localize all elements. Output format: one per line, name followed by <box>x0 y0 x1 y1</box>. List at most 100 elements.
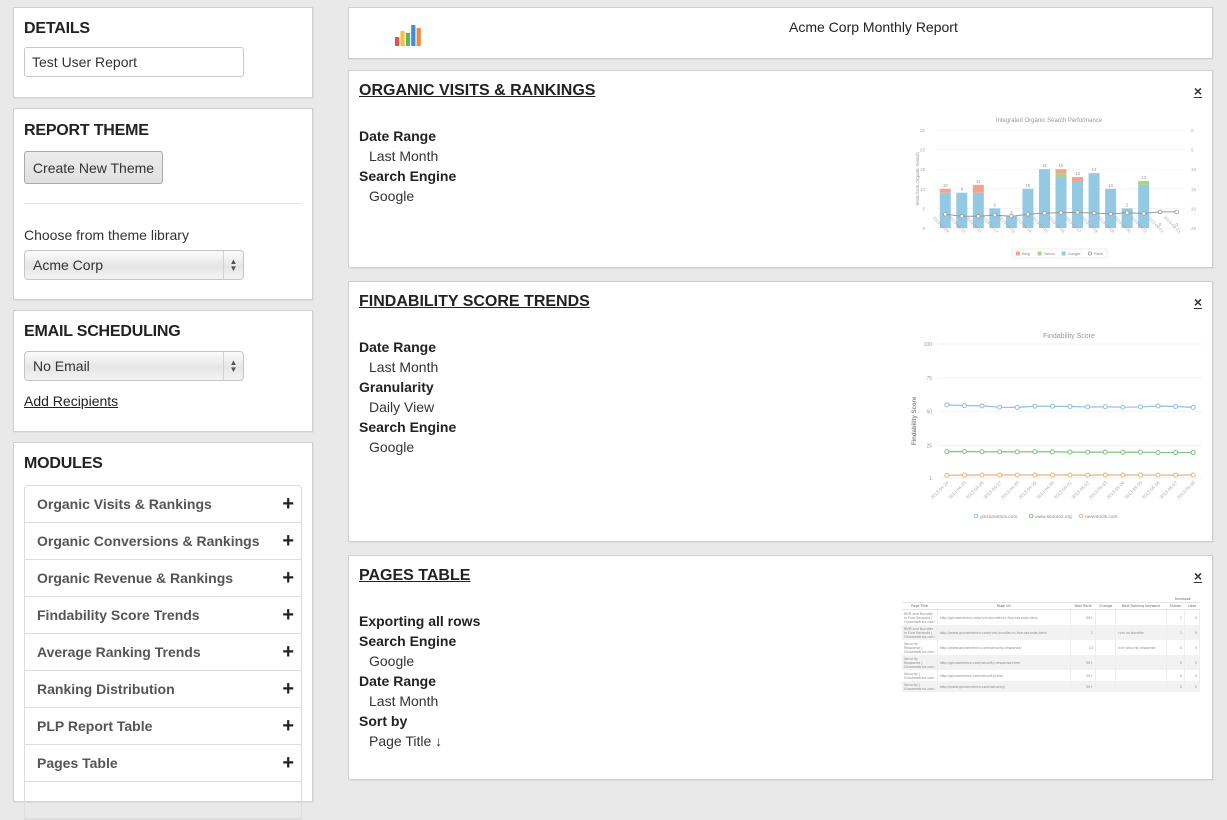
module-card-findability: FINDABILITY SCORE TRENDS × Date RangeLas… <box>348 281 1213 542</box>
module-item-label: Findability Score Trends <box>37 607 200 623</box>
series-point <box>945 473 949 477</box>
table-cell: http://www.ginzametrics.com/security-res… <box>937 640 1070 655</box>
module-item[interactable] <box>25 782 301 819</box>
add-module-icon[interactable]: + <box>282 560 294 596</box>
report-title: Acme Corp Monthly Report <box>789 19 958 35</box>
card-title[interactable]: PAGES TABLE <box>359 567 470 585</box>
card-title[interactable]: FINDABILITY SCORE TRENDS <box>359 293 590 311</box>
table-cell <box>1096 670 1116 681</box>
logo-bar <box>395 37 399 46</box>
data-label: 9 <box>961 187 964 192</box>
series-point <box>962 473 966 477</box>
series-point <box>1138 405 1142 409</box>
report-logo-icon <box>393 22 423 46</box>
series-point <box>1156 473 1160 477</box>
table-cell: 0 <box>1166 655 1185 670</box>
rank-point <box>960 214 964 218</box>
details-panel: DETAILS <box>13 7 313 98</box>
column-header: Likes <box>1185 603 1200 610</box>
module-item[interactable]: Organic Revenue & Rankings + <box>25 560 301 597</box>
theme-library-label: Choose from theme library <box>24 227 189 243</box>
series-point <box>1050 473 1054 477</box>
data-label: 13 <box>1075 171 1080 176</box>
report-name-input[interactable] <box>24 47 244 77</box>
module-card-organic-visits: ORGANIC VISITS & RANKINGS × Date RangeLa… <box>348 70 1213 268</box>
legend-label: www.seomoz.org <box>1035 514 1072 520</box>
table-cell <box>1096 640 1116 655</box>
bar-yahoo <box>1056 173 1067 177</box>
report-theme-panel: REPORT THEME Create New Theme Choose fro… <box>13 108 313 300</box>
table-cell: 0 <box>1166 670 1185 681</box>
add-module-icon[interactable]: + <box>282 634 294 670</box>
module-item[interactable]: Average Ranking Trends+ <box>25 634 301 671</box>
property-label: Granularity <box>359 377 456 397</box>
x-tick-label: 2013-04-23 <box>1163 215 1182 234</box>
logo-bar <box>417 28 421 46</box>
module-item[interactable]: Ranking Distribution+ <box>25 671 301 708</box>
module-item[interactable]: Pages Table + <box>25 745 301 782</box>
data-label: 12 <box>1141 175 1146 180</box>
theme-library-select[interactable]: Acme Corp ▲▼ <box>24 250 244 280</box>
series-point <box>980 404 984 408</box>
rank-point <box>1175 210 1179 214</box>
add-recipients-link[interactable]: Add Recipients <box>24 393 118 409</box>
bar-google <box>1089 173 1100 228</box>
chart-title: Integrated Organic Search Performance <box>996 118 1103 124</box>
property-value: Page Title ↓ <box>359 731 480 751</box>
y2-tick-label: 5 <box>1191 148 1194 153</box>
module-item-label: Pages Table <box>37 755 118 771</box>
series-point <box>945 403 949 407</box>
legend-swatch <box>1016 252 1020 256</box>
table-cell: http://ginzametrics.com/security.html <box>937 670 1070 681</box>
card-properties: Exporting all rows Search EngineGoogleDa… <box>359 611 480 751</box>
rank-point <box>1059 211 1063 215</box>
create-new-theme-button[interactable]: Create New Theme <box>24 151 163 184</box>
module-item[interactable]: PLP Report Table+ <box>25 708 301 745</box>
module-item[interactable]: Findability Score Trends + <box>25 597 301 634</box>
series-point <box>980 473 984 477</box>
data-label: 14 <box>1092 167 1097 172</box>
module-item-label: Organic Revenue & Rankings <box>37 570 233 586</box>
pages-preview-table: FacebookPage TitlePage UrlBest RankChang… <box>902 596 1200 692</box>
y2-tick-label: 0 <box>1191 128 1194 133</box>
table-cell: Security Response | Ginzametrics.com <box>902 640 937 655</box>
column-header: Best Rank <box>1071 603 1096 610</box>
table-cell: 0 <box>1185 670 1200 681</box>
close-icon[interactable]: × <box>1194 294 1202 310</box>
add-module-icon[interactable]: + <box>282 708 294 744</box>
table-cell: rvm vs bundler <box>1116 625 1166 640</box>
email-schedule-select[interactable]: No Email ▲▼ <box>24 351 244 381</box>
series-point <box>962 449 966 453</box>
add-module-icon[interactable]: + <box>282 523 294 559</box>
y-axis-label: Visits from Organic Search <box>915 152 920 206</box>
bar-bing <box>973 185 984 193</box>
table-row: Security | Ginzametrics.comhttp://ginzam… <box>902 670 1200 681</box>
legend-label: Bing <box>1022 251 1030 256</box>
add-module-icon[interactable]: + <box>282 745 294 781</box>
table-cell <box>1116 610 1166 626</box>
series-point <box>1138 450 1142 454</box>
y-tick-label: 100 <box>924 342 933 348</box>
y-tick-label: 25 <box>920 128 926 133</box>
property-value: Last Month <box>359 146 456 166</box>
add-module-icon[interactable]: + <box>282 671 294 707</box>
table-cell: Security Response | Ginzametrics.com <box>902 655 937 670</box>
rank-point <box>1043 211 1047 215</box>
table-cell: 1 <box>1166 625 1185 640</box>
table-cell: http://www.ginzametrics.com/rvm-bundler-… <box>937 625 1070 640</box>
table-cell: 1 <box>1071 625 1096 640</box>
add-module-icon[interactable]: + <box>282 486 294 522</box>
y-tick-label: 0 <box>922 226 925 231</box>
table-cell <box>1116 681 1166 692</box>
organic-performance-chart: Integrated Organic Search Performance 0 5 1… <box>899 113 1199 261</box>
table-cell <box>1096 610 1116 626</box>
module-item[interactable]: Organic Visits & Rankings+ <box>25 486 301 523</box>
close-icon[interactable]: × <box>1194 568 1202 584</box>
close-icon[interactable]: × <box>1194 83 1202 99</box>
add-module-icon[interactable]: + <box>282 597 294 633</box>
series-point <box>1138 473 1142 477</box>
table-cell: 50+ <box>1071 670 1096 681</box>
card-title[interactable]: ORGANIC VISITS & RANKINGS <box>359 82 595 100</box>
module-item[interactable]: Organic Conversions & Rankings+ <box>25 523 301 560</box>
data-label: 10 <box>1026 183 1031 188</box>
